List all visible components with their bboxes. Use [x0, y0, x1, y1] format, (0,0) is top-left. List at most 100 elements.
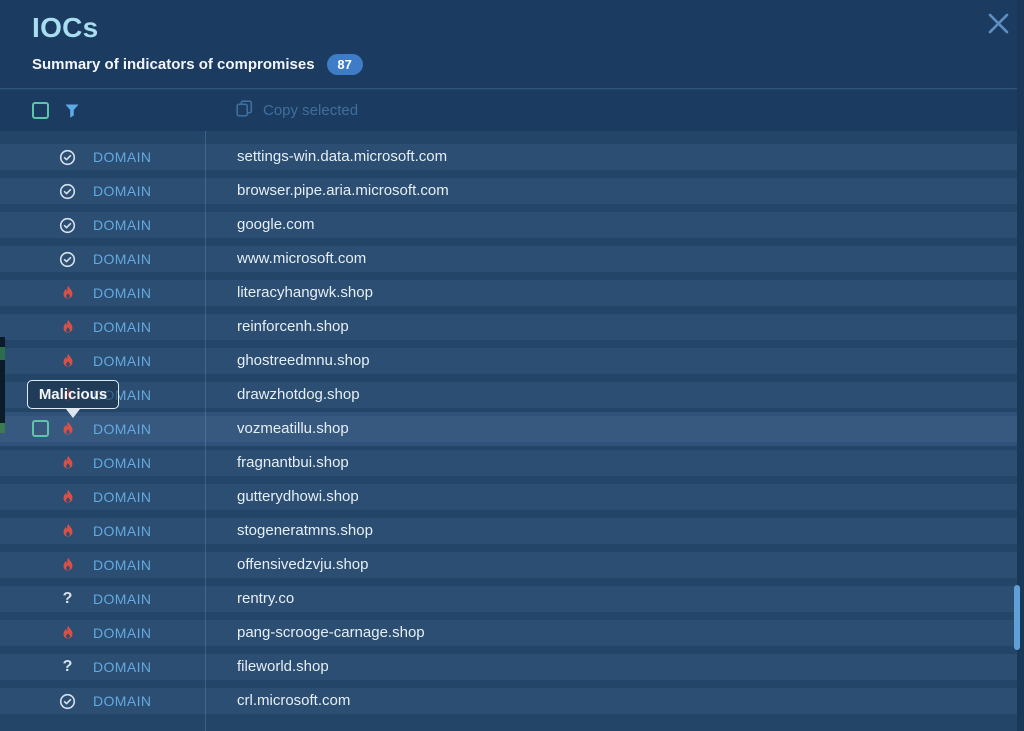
row-stripe [0, 382, 1017, 408]
copy-selected-button[interactable]: Copy selected [236, 100, 358, 121]
tooltip-arrow [66, 409, 80, 418]
table-row[interactable]: ? DOMAIN fileworld.shop [0, 650, 1017, 684]
table-row[interactable]: ? DOMAIN www.microsoft.com [0, 242, 1017, 276]
row-stripe [0, 484, 1017, 510]
ioc-table: ? DOMAIN settings-win.data.microsoft.com… [0, 131, 1024, 731]
table-row[interactable]: ? DOMAIN pang-scrooge-carnage.shop [0, 616, 1017, 650]
check-circle-icon [59, 149, 76, 166]
table-row[interactable]: ? DOMAIN browser.pipe.aria.microsoft.com [0, 174, 1017, 208]
flame-icon [60, 455, 76, 471]
ioc-value: browser.pipe.aria.microsoft.com [237, 174, 449, 208]
dialog-subtitle: Summary of indicators of compromises [32, 56, 315, 73]
background-bleed-accent [0, 347, 5, 360]
status-cell: ? [59, 582, 76, 616]
ioc-value: stogeneratmns.shop [237, 514, 373, 548]
ioc-type: DOMAIN [93, 174, 151, 208]
status-cell: ? [59, 548, 76, 582]
table-row[interactable]: ? DOMAIN vozmeatillu.shop [0, 412, 1017, 446]
page-title: IOCs [32, 12, 99, 44]
background-bleed [0, 337, 5, 433]
row-stripe [0, 314, 1017, 340]
flame-icon [60, 489, 76, 505]
row-stripe [0, 450, 1017, 476]
status-cell: ? [59, 208, 76, 242]
ioc-type: DOMAIN [93, 208, 151, 242]
row-stripe [0, 688, 1017, 714]
row-stripe [0, 518, 1017, 544]
filter-icon [64, 106, 80, 123]
table-row[interactable]: ? DOMAIN google.com [0, 208, 1017, 242]
ioc-type: DOMAIN [93, 276, 151, 310]
copy-selected-label: Copy selected [263, 102, 358, 119]
row-stripe [0, 416, 1017, 442]
ioc-value: reinforcenh.shop [237, 310, 349, 344]
row-stripe [0, 246, 1017, 272]
check-circle-icon [59, 217, 76, 234]
status-cell: ? [59, 616, 76, 650]
flame-icon [60, 421, 76, 437]
status-cell: ? [59, 650, 76, 684]
table-row[interactable]: ? DOMAIN stogeneratmns.shop [0, 514, 1017, 548]
ioc-value: settings-win.data.microsoft.com [237, 140, 447, 174]
ioc-type: DOMAIN [93, 480, 151, 514]
status-cell: ? [59, 242, 76, 276]
ioc-type: DOMAIN [93, 412, 151, 446]
table-row[interactable]: ? DOMAIN crl.microsoft.com [0, 684, 1017, 718]
close-icon [988, 13, 1009, 39]
flame-icon [60, 353, 76, 369]
flame-icon [60, 319, 76, 335]
ioc-value: fragnantbui.shop [237, 446, 349, 480]
ioc-value: rentry.co [237, 582, 294, 616]
row-stripe [0, 178, 1017, 204]
subtitle-row: Summary of indicators of compromises 87 [32, 54, 363, 75]
iocs-dialog: IOCs Summary of indicators of compromise… [0, 0, 1024, 731]
ioc-type: DOMAIN [93, 548, 151, 582]
table-row[interactable]: ? DOMAIN reinforcenh.shop [0, 310, 1017, 344]
ioc-rows: ? DOMAIN settings-win.data.microsoft.com… [0, 140, 1017, 718]
ioc-value: literacyhangwk.shop [237, 276, 373, 310]
column-divider [205, 131, 206, 731]
row-stripe [0, 212, 1017, 238]
table-row[interactable]: ? DOMAIN settings-win.data.microsoft.com [0, 140, 1017, 174]
flame-icon [60, 625, 76, 641]
check-circle-icon [59, 183, 76, 200]
table-row[interactable]: ? DOMAIN fragnantbui.shop [0, 446, 1017, 480]
row-stripe [0, 348, 1017, 374]
check-circle-icon [59, 693, 76, 710]
ioc-count-badge: 87 [327, 54, 363, 75]
table-row[interactable]: ? DOMAIN rentry.co [0, 582, 1017, 616]
row-stripe [0, 620, 1017, 646]
copy-icon [236, 100, 253, 121]
filter-button[interactable] [64, 103, 80, 119]
ioc-value: vozmeatillu.shop [237, 412, 349, 446]
table-row[interactable]: ? DOMAIN offensivedzvju.shop [0, 548, 1017, 582]
table-row[interactable]: ? DOMAIN ghostreedmnu.shop [0, 344, 1017, 378]
ioc-type: DOMAIN [93, 650, 151, 684]
ioc-value: offensivedzvju.shop [237, 548, 368, 582]
table-row[interactable]: ? DOMAIN drawzhotdog.shop [0, 378, 1017, 412]
row-stripe [0, 552, 1017, 578]
ioc-value: drawzhotdog.shop [237, 378, 360, 412]
background-bleed-accent [0, 423, 5, 433]
status-cell: ? [59, 514, 76, 548]
scrollbar-thumb[interactable] [1014, 585, 1020, 650]
ioc-value: gutterydhowi.shop [237, 480, 359, 514]
select-all-checkbox[interactable] [32, 102, 49, 119]
status-cell: ? [59, 344, 76, 378]
ioc-type: DOMAIN [93, 140, 151, 174]
flame-icon [60, 523, 76, 539]
ioc-type: DOMAIN [93, 344, 151, 378]
flame-icon [60, 557, 76, 573]
ioc-value: www.microsoft.com [237, 242, 366, 276]
row-stripe [0, 280, 1017, 306]
malicious-tooltip: Malicious [27, 380, 119, 409]
status-cell: ? [59, 140, 76, 174]
close-button[interactable] [986, 14, 1010, 38]
ioc-type: DOMAIN [93, 310, 151, 344]
table-row[interactable]: ? DOMAIN gutterydhowi.shop [0, 480, 1017, 514]
table-row[interactable]: ? DOMAIN literacyhangwk.shop [0, 276, 1017, 310]
status-cell: ? [59, 174, 76, 208]
ioc-type: DOMAIN [93, 616, 151, 650]
question-icon: ? [63, 650, 73, 684]
row-checkbox[interactable] [32, 420, 49, 437]
